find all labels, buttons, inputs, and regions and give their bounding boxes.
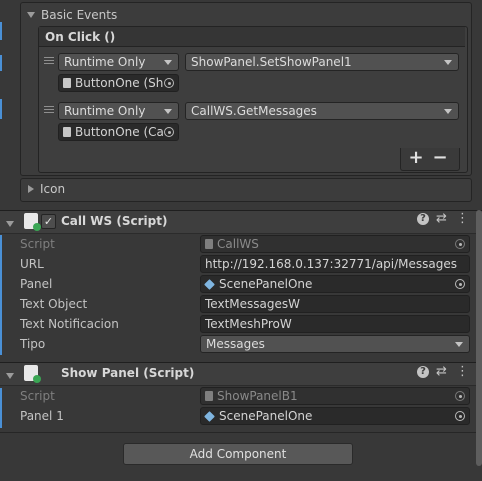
scrollbar[interactable] bbox=[476, 210, 482, 466]
text-notificacion-label: Text Notificacion bbox=[20, 317, 119, 331]
script-label: Script bbox=[20, 389, 55, 403]
target-object-label: ButtonOne (Sh bbox=[75, 76, 164, 90]
script-value: CallWS bbox=[217, 237, 259, 251]
object-picker-icon[interactable] bbox=[164, 78, 174, 88]
tipo-dropdown-label: Messages bbox=[206, 337, 265, 351]
dropdown-arrow-icon bbox=[164, 60, 172, 65]
function-dropdown[interactable]: CallWS.GetMessages bbox=[185, 102, 459, 120]
panel-value: ScenePanelOne bbox=[219, 277, 313, 291]
icon-foldout-panel bbox=[20, 178, 472, 202]
onclick-header: On Click () bbox=[39, 27, 465, 47]
callws-title: Call WS (Script) bbox=[61, 214, 168, 228]
help-icon[interactable]: ? bbox=[417, 213, 429, 225]
dropdown-arrow-icon bbox=[444, 60, 452, 65]
drag-handle-icon[interactable] bbox=[44, 57, 54, 66]
runtime-dropdown-label: Runtime Only bbox=[64, 55, 146, 69]
text-object-label: Text Object bbox=[20, 297, 88, 311]
add-component-button[interactable]: Add Component bbox=[123, 443, 353, 465]
script-field: ShowPanelB1 bbox=[200, 387, 470, 405]
script-icon bbox=[205, 239, 213, 249]
runtime-dropdown[interactable]: Runtime Only bbox=[58, 102, 179, 120]
object-picker-icon bbox=[455, 239, 465, 249]
chevron-down-icon bbox=[6, 373, 14, 379]
settings-icon[interactable]: ⇄ bbox=[436, 211, 447, 226]
basic-events-title: Basic Events bbox=[41, 8, 118, 22]
script-label: Script bbox=[20, 237, 55, 251]
object-picker-icon bbox=[455, 391, 465, 401]
panel1-field[interactable]: ScenePanelOne bbox=[200, 407, 470, 425]
url-label: URL bbox=[20, 257, 44, 271]
chevron-down-icon bbox=[6, 221, 14, 227]
menu-icon[interactable]: ⋮ bbox=[456, 211, 469, 226]
tipo-label: Tipo bbox=[20, 337, 46, 351]
text-notificacion-field[interactable]: TextMeshProW bbox=[200, 315, 470, 333]
text-object-field[interactable]: TextMessagesW bbox=[200, 295, 470, 313]
object-picker-icon[interactable] bbox=[455, 411, 465, 421]
csharp-script-icon bbox=[24, 213, 41, 231]
target-object-label: ButtonOne (Ca bbox=[75, 125, 164, 139]
gameobject-icon bbox=[204, 278, 215, 290]
menu-icon[interactable]: ⋮ bbox=[456, 364, 469, 379]
chevron-down-icon bbox=[27, 12, 35, 18]
icon-foldout[interactable]: Icon bbox=[28, 182, 65, 196]
foldout-toggle[interactable] bbox=[6, 368, 20, 382]
script-icon bbox=[63, 78, 71, 88]
script-field: CallWS bbox=[200, 235, 470, 253]
panel1-value: ScenePanelOne bbox=[219, 409, 313, 423]
selection-bar bbox=[0, 55, 2, 71]
tipo-dropdown[interactable]: Messages bbox=[200, 335, 470, 353]
showpanel-title: Show Panel (Script) bbox=[61, 366, 195, 380]
script-value: ShowPanelB1 bbox=[217, 389, 298, 403]
runtime-dropdown-label: Runtime Only bbox=[64, 104, 146, 118]
selection-bar bbox=[0, 99, 2, 119]
basic-events-foldout[interactable]: Basic Events bbox=[27, 8, 117, 22]
gameobject-icon bbox=[204, 410, 215, 422]
panel-field[interactable]: ScenePanelOne bbox=[200, 275, 470, 293]
target-object-field[interactable]: ButtonOne (Sh bbox=[58, 74, 179, 92]
object-picker-icon[interactable] bbox=[164, 127, 174, 137]
selection-bar bbox=[0, 22, 2, 40]
function-dropdown[interactable]: ShowPanel.SetShowPanel1 bbox=[185, 53, 459, 71]
script-icon bbox=[63, 127, 71, 137]
csharp-script-icon bbox=[24, 365, 41, 383]
script-icon bbox=[205, 391, 213, 401]
enabled-checkbox[interactable]: ✓ bbox=[41, 214, 56, 229]
chevron-right-icon bbox=[28, 185, 34, 193]
dropdown-arrow-icon bbox=[455, 342, 463, 347]
target-object-field[interactable]: ButtonOne (Ca bbox=[58, 123, 179, 141]
remove-listener-button[interactable]: − bbox=[432, 148, 448, 168]
add-listener-button[interactable]: + bbox=[408, 148, 424, 168]
panel-label: Panel bbox=[20, 277, 53, 291]
dropdown-arrow-icon bbox=[164, 109, 172, 114]
selection-bar bbox=[0, 235, 2, 355]
divider bbox=[0, 432, 482, 433]
dropdown-arrow-icon bbox=[444, 109, 452, 114]
function-dropdown-label: ShowPanel.SetShowPanel1 bbox=[191, 55, 352, 69]
drag-handle-icon[interactable] bbox=[44, 106, 54, 115]
foldout-toggle[interactable] bbox=[6, 216, 20, 230]
runtime-dropdown[interactable]: Runtime Only bbox=[58, 53, 179, 71]
function-dropdown-label: CallWS.GetMessages bbox=[191, 104, 317, 118]
settings-icon[interactable]: ⇄ bbox=[436, 364, 447, 379]
help-icon[interactable]: ? bbox=[417, 366, 429, 378]
panel1-label: Panel 1 bbox=[20, 409, 64, 423]
selection-bar bbox=[0, 388, 2, 428]
object-picker-icon[interactable] bbox=[455, 279, 465, 289]
icon-foldout-title: Icon bbox=[40, 182, 66, 196]
url-field[interactable]: http://192.168.0.137:32771/api/Messages bbox=[200, 255, 470, 273]
